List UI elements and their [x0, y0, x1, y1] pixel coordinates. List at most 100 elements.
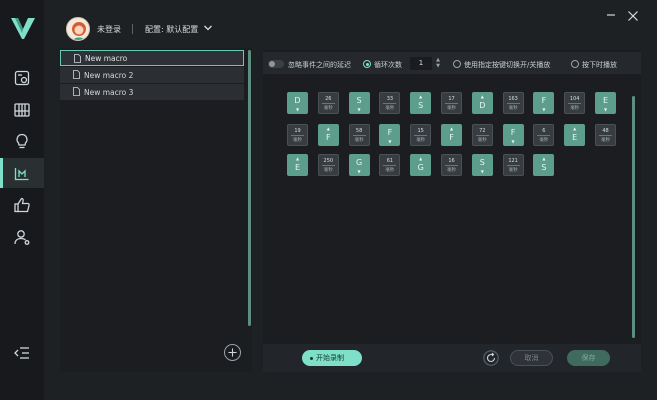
macro-list-panel: New macro New macro 2 New macro 3	[60, 48, 252, 372]
delay-unit: 毫秒	[354, 138, 364, 143]
loop-count-stepper[interactable]: ▲ ▼	[434, 57, 442, 70]
delay-tile[interactable]: 163 毫秒	[502, 92, 524, 114]
key-up-arrow-icon: ▲	[573, 126, 577, 131]
profile-selector[interactable]: 配置: 默认配置	[145, 24, 198, 35]
delay-divider	[445, 103, 458, 104]
collapse-sidebar-button[interactable]	[0, 338, 44, 368]
key-label: E	[572, 133, 578, 142]
keyboard-icon	[14, 103, 30, 117]
loop-radio[interactable]	[363, 60, 371, 68]
add-macro-button[interactable]	[224, 344, 241, 361]
key-down-arrow-icon: ▼	[480, 169, 484, 174]
toggle-mode-radio[interactable]	[453, 60, 461, 68]
key-up-arrow-icon: ▲	[419, 94, 423, 99]
key-action-tile[interactable]: S ▼	[471, 154, 493, 176]
sidebar-item-display[interactable]	[0, 63, 44, 93]
delay-tile[interactable]: 17 毫秒	[441, 92, 462, 114]
key-action-tile[interactable]: F ▲	[441, 124, 462, 146]
delay-unit: 毫秒	[570, 106, 580, 111]
key-label: G	[417, 163, 424, 172]
key-action-tile[interactable]: S ▲	[533, 154, 555, 176]
delay-tile[interactable]: 6 毫秒	[533, 124, 555, 146]
delay-tile[interactable]: 250 毫秒	[317, 154, 339, 176]
cancel-button[interactable]: 取消	[510, 350, 553, 366]
macro-name: New macro	[85, 53, 128, 63]
close-icon[interactable]	[627, 10, 639, 22]
delay-tile[interactable]: 121 毫秒	[502, 154, 524, 176]
hold-mode-label: 按下时播放	[582, 61, 617, 69]
key-down-arrow-icon: ▼	[388, 139, 392, 144]
key-action-tile[interactable]: F ▼	[533, 92, 555, 114]
avatar[interactable]	[66, 17, 90, 41]
toggle-mode-label: 使用指定按键切换开/关播放	[464, 61, 551, 69]
key-action-tile[interactable]: F ▼	[502, 124, 524, 146]
user-avatar-icon	[72, 22, 86, 40]
sequence-scrollbar[interactable]	[632, 96, 635, 338]
sidebar-rail	[0, 0, 44, 400]
user-settings-icon	[14, 230, 30, 245]
delay-tile[interactable]: 16 毫秒	[441, 154, 462, 176]
delay-unit: 毫秒	[385, 106, 395, 111]
key-down-arrow-icon: ▼	[295, 107, 300, 112]
macro-sequence: D ▼ 26 毫秒 S ▼ 33 毫秒 S ▲ 17 毫秒 D ▲ 163 毫秒 F ▼ 104 毫秒 E ▼ 19 毫秒 F ▲…	[263, 74, 641, 344]
hold-mode-radio[interactable]	[571, 60, 579, 68]
chevron-down-icon[interactable]	[203, 23, 213, 33]
minimize-icon[interactable]	[606, 10, 616, 20]
key-action-tile[interactable]: D ▼	[287, 92, 308, 114]
sidebar-item-account[interactable]	[0, 222, 44, 252]
key-down-arrow-icon: ▼	[357, 107, 361, 112]
key-action-tile[interactable]: E ▲	[287, 154, 308, 176]
delay-tile[interactable]: 104 毫秒	[564, 92, 586, 114]
key-action-tile[interactable]: S ▼	[348, 92, 370, 114]
delay-tile[interactable]: 19 毫秒	[287, 124, 308, 146]
delay-divider	[599, 135, 612, 136]
save-button[interactable]: 保存	[567, 350, 610, 366]
key-action-tile[interactable]: G ▲	[410, 154, 432, 176]
key-action-tile[interactable]: G ▼	[348, 154, 370, 176]
start-recording-button[interactable]: 开始录制	[302, 350, 362, 366]
sidebar-item-macro[interactable]	[0, 158, 44, 188]
ignore-delay-toggle[interactable]	[268, 60, 284, 68]
delay-value: 33	[386, 96, 394, 102]
delay-value: 121	[508, 158, 518, 164]
file-icon	[74, 54, 81, 63]
sidebar-item-recommend[interactable]	[0, 190, 44, 220]
delay-value: 19	[294, 128, 301, 134]
key-label: E	[602, 96, 609, 105]
delay-divider	[414, 135, 428, 136]
delay-tile[interactable]: 33 毫秒	[379, 92, 401, 114]
delay-value: 250	[323, 158, 334, 164]
delay-value: 163	[508, 96, 518, 102]
delay-tile[interactable]: 48 毫秒	[595, 124, 616, 146]
delay-tile[interactable]: 72 毫秒	[471, 124, 493, 146]
delay-value: 15	[417, 128, 424, 134]
delay-tile[interactable]: 61 毫秒	[379, 154, 401, 176]
file-icon	[73, 87, 80, 96]
macro-list-scrollbar[interactable]	[248, 50, 251, 326]
key-action-tile[interactable]: E ▼	[595, 92, 616, 114]
delay-tile[interactable]: 26 毫秒	[317, 92, 339, 114]
delay-unit: 毫秒	[385, 168, 395, 173]
loop-count-input[interactable]: 1	[410, 57, 432, 70]
delay-tile[interactable]: 58 毫秒	[348, 124, 370, 146]
key-up-arrow-icon: ▲	[542, 156, 546, 161]
delay-divider	[321, 103, 335, 104]
macro-list-item[interactable]: New macro 2	[60, 67, 244, 83]
key-label: S	[541, 163, 547, 172]
key-action-tile[interactable]: F ▼	[379, 124, 401, 146]
key-action-tile[interactable]: F ▲	[317, 124, 339, 146]
sidebar-item-lighting[interactable]	[0, 126, 44, 156]
username-label[interactable]: 未登录	[97, 24, 121, 35]
reset-icon[interactable]	[483, 350, 499, 366]
macro-list-item[interactable]: New macro 3	[60, 84, 244, 100]
macro-list-item[interactable]: New macro	[60, 50, 244, 66]
key-up-arrow-icon: ▲	[480, 94, 484, 99]
delay-value: 104	[569, 96, 580, 102]
key-label: D	[479, 101, 486, 110]
key-action-tile[interactable]: D ▲	[471, 92, 493, 114]
delay-tile[interactable]: 15 毫秒	[410, 124, 432, 146]
sidebar-item-keyboard[interactable]	[0, 95, 44, 125]
key-label: F	[387, 128, 393, 137]
key-action-tile[interactable]: E ▲	[564, 124, 586, 146]
key-action-tile[interactable]: S ▲	[410, 92, 432, 114]
